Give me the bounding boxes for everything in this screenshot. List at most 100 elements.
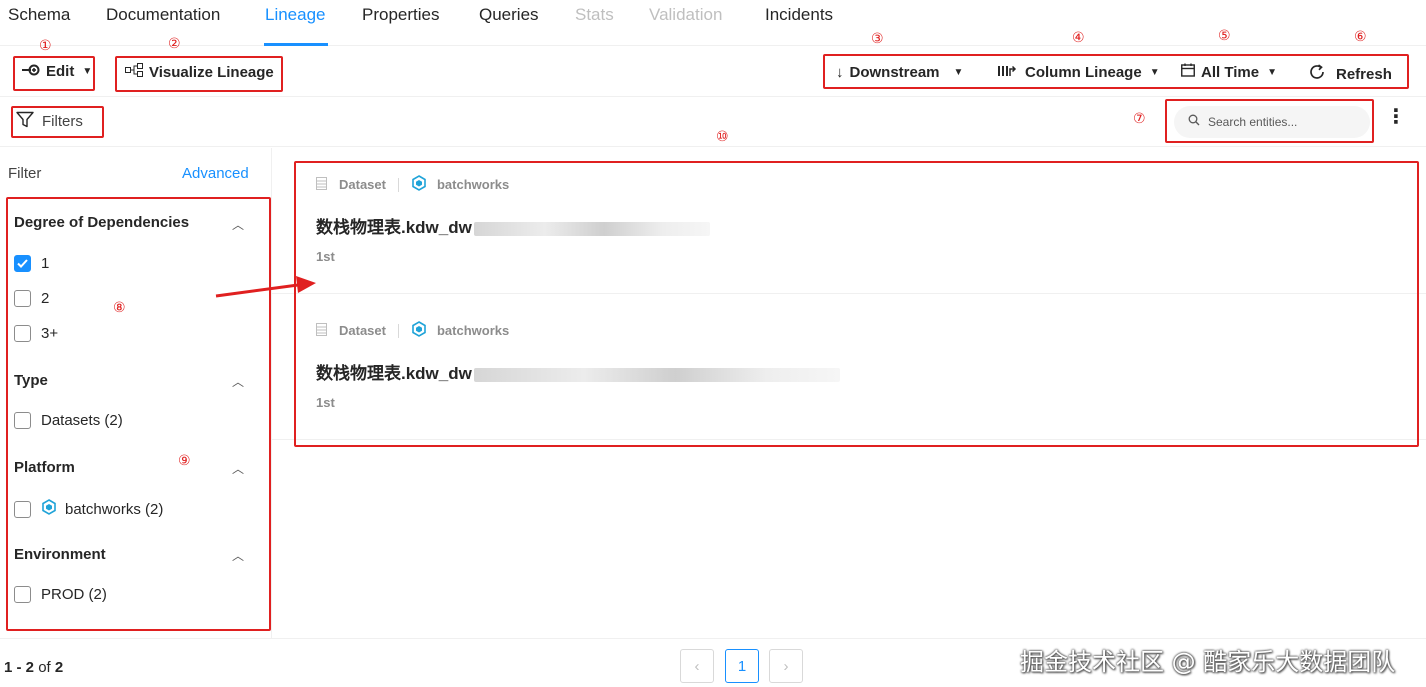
refresh-button[interactable]: Refresh: [1308, 63, 1392, 85]
column-lineage-icon: [997, 63, 1017, 81]
edit-label: Edit: [46, 63, 75, 80]
entity-name[interactable]: 数栈物理表.kdw_dw: [316, 359, 840, 384]
search-input[interactable]: [1208, 115, 1358, 129]
section-title-degree: Degree of Dependencies: [14, 214, 190, 231]
checkbox-checked[interactable]: [14, 255, 31, 272]
tab-properties[interactable]: Properties: [362, 5, 439, 25]
result-item-1[interactable]: Dataset batchworks 数栈物理表.kdw_dw 1st: [296, 160, 1416, 293]
result-total: 2: [54, 659, 64, 676]
watermark: 掘金技术社区 @ 酷家乐大数据团队: [1020, 648, 1396, 676]
tab-documentation[interactable]: Documentation: [106, 5, 220, 25]
annotation-number: ⑧: [113, 300, 126, 316]
edit-button[interactable]: Edit ▼: [22, 63, 92, 80]
filter-option-label: 1: [41, 255, 50, 272]
time-range-dropdown[interactable]: All Time ▼: [1181, 63, 1277, 81]
annotation-number: ⑩: [716, 129, 729, 145]
filters-label: Filters: [42, 113, 83, 130]
column-lineage-label: Column Lineage: [1025, 63, 1142, 81]
chevron-up-icon[interactable]: ︿: [232, 547, 244, 564]
direction-label: Downstream: [849, 64, 940, 81]
checkbox[interactable]: [14, 500, 31, 518]
lineage-toolbar: Edit ▼ Visualize Lineage ↓ Downstream ▼ …: [0, 47, 1426, 97]
arrow-down-icon: ↓: [836, 64, 844, 81]
chevron-up-icon[interactable]: ︿: [232, 373, 244, 390]
filter-option-batchworks[interactable]: batchworks (2): [14, 499, 163, 519]
annotation-number: ②: [168, 36, 181, 52]
prev-page-button[interactable]: ‹: [680, 649, 714, 683]
result-item-2[interactable]: Dataset batchworks 数栈物理表.kdw_dw 1st: [296, 306, 1416, 439]
search-icon: [1188, 113, 1200, 131]
lineage-graph-icon: [125, 63, 143, 81]
annotation-number: ⑥: [1354, 29, 1367, 45]
refresh-label: Refresh: [1336, 65, 1392, 83]
more-options-icon[interactable]: ⋮: [1386, 107, 1406, 127]
result-range: 1 - 2: [4, 659, 35, 676]
annotation-number: ⑨: [178, 453, 191, 469]
filter-option-datasets[interactable]: Datasets (2): [14, 412, 123, 429]
annotation-number: ⑤: [1218, 28, 1231, 44]
annotation-number: ①: [39, 38, 52, 54]
filter-sidebar: Filter Advanced Degree of Dependencies ︿…: [0, 148, 272, 638]
checkbox[interactable]: [14, 325, 31, 342]
filters-button[interactable]: Filters: [16, 111, 83, 132]
platform-name: batchworks: [436, 177, 510, 192]
chevron-up-icon[interactable]: ︿: [232, 460, 244, 477]
caret-down-icon: ▼: [1267, 66, 1277, 78]
filter-option-label: 3+: [41, 325, 59, 342]
chevron-up-icon[interactable]: ︿: [232, 216, 244, 233]
annotation-arrow: [215, 276, 316, 298]
degree-label: 1st: [316, 395, 335, 410]
filter-option-label: batchworks (2): [65, 500, 164, 518]
chevron-right-icon: ›: [783, 657, 789, 675]
filter-option-prod[interactable]: PROD (2): [14, 586, 107, 603]
result-of-label: of: [38, 659, 51, 676]
section-title-environment: Environment: [14, 546, 106, 563]
tab-validation: Validation: [649, 5, 723, 24]
tab-bar: Schema Documentation Lineage Properties …: [0, 0, 1426, 46]
redacted-text: [473, 367, 840, 382]
checkbox[interactable]: [14, 290, 31, 307]
meta-divider: [397, 323, 399, 338]
refresh-icon: [1308, 63, 1326, 85]
result-meta: Dataset batchworks: [316, 175, 509, 194]
table-icon: [316, 322, 327, 339]
tab-lineage[interactable]: Lineage: [265, 5, 326, 25]
page-1-button[interactable]: 1: [725, 649, 759, 683]
advanced-link[interactable]: Advanced: [182, 165, 249, 182]
checkbox[interactable]: [14, 586, 31, 603]
entity-name-text: 数栈物理表.kdw_dw: [316, 218, 472, 237]
degree-label: 1st: [316, 249, 335, 264]
annotation-number: ④: [1072, 30, 1085, 46]
tab-stats: Stats: [575, 5, 614, 24]
hexagon-icon: [411, 175, 427, 194]
caret-down-icon: ▼: [82, 66, 93, 77]
calendar-icon: [1181, 63, 1195, 81]
filter-option-degree-1[interactable]: 1: [14, 255, 49, 272]
visualize-lineage-label: Visualize Lineage: [149, 63, 274, 81]
tab-schema[interactable]: Schema: [8, 5, 70, 25]
filter-option-degree-3plus[interactable]: 3+: [14, 325, 58, 342]
hexagon-icon: [411, 321, 427, 340]
tab-queries[interactable]: Queries: [479, 5, 539, 25]
next-page-button[interactable]: ›: [769, 649, 803, 683]
entity-name[interactable]: 数栈物理表.kdw_dw: [316, 213, 710, 238]
filter-option-degree-2[interactable]: 2: [14, 290, 49, 307]
filter-option-label: PROD (2): [41, 586, 107, 603]
time-range-label: All Time: [1201, 63, 1260, 81]
tab-incidents[interactable]: Incidents: [765, 5, 833, 25]
result-count: 1 - 2 of 2: [4, 659, 63, 676]
hexagon-icon: [41, 499, 57, 519]
direction-dropdown[interactable]: ↓ Downstream ▼: [836, 64, 963, 81]
entity-type: Dataset: [339, 177, 386, 192]
section-title-platform: Platform: [14, 459, 75, 476]
pagination-footer: 1 - 2 of 2 ‹ 1 › 掘金技术社区 @ 酷家乐大数据团队: [0, 638, 1426, 687]
checkbox[interactable]: [14, 412, 31, 429]
filter-option-label: 2: [41, 290, 50, 307]
meta-divider: [397, 177, 399, 192]
active-tab-indicator: [264, 43, 328, 46]
annotation-number: ⑦: [1133, 111, 1146, 127]
redacted-text: [473, 221, 710, 236]
column-lineage-dropdown[interactable]: Column Lineage ▼: [997, 63, 1160, 81]
visualize-lineage-button[interactable]: Visualize Lineage: [125, 63, 274, 81]
platform-name: batchworks: [436, 323, 510, 338]
